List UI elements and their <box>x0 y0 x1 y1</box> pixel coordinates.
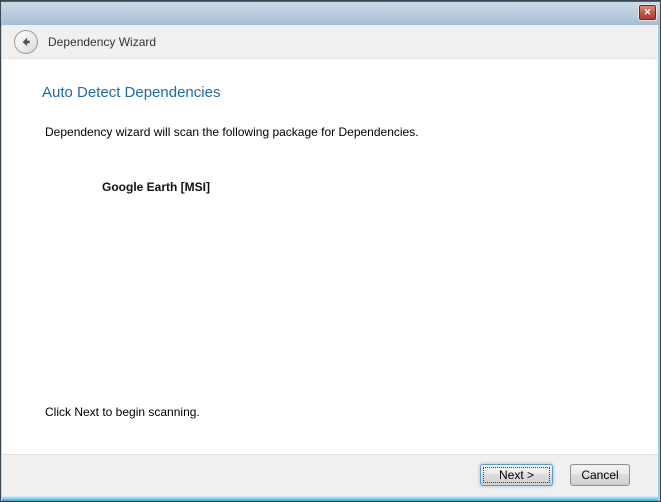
next-button[interactable]: Next > <box>480 464 553 486</box>
button-bar: Next > Cancel <box>2 454 658 495</box>
window-bottom-frame <box>2 495 658 501</box>
dependency-wizard-window: ✕ Dependency Wizard Auto Detect Dependen… <box>0 0 661 502</box>
back-button[interactable] <box>14 30 38 54</box>
title-bar: ✕ <box>1 1 660 25</box>
wizard-header: Dependency Wizard <box>2 25 658 59</box>
cancel-button[interactable]: Cancel <box>570 464 630 486</box>
scan-description-text: Dependency wizard will scan the followin… <box>45 125 419 139</box>
next-instruction-text: Click Next to begin scanning. <box>45 405 200 419</box>
page-title: Auto Detect Dependencies <box>42 84 220 101</box>
window-body: Dependency Wizard Auto Detect Dependenci… <box>1 25 660 501</box>
wizard-title: Dependency Wizard <box>48 35 156 49</box>
package-name-label: Google Earth [MSI] <box>102 180 210 194</box>
close-icon[interactable]: ✕ <box>639 5 656 20</box>
wizard-content: Auto Detect Dependencies Dependency wiza… <box>2 59 658 454</box>
back-arrow-icon <box>19 35 33 49</box>
